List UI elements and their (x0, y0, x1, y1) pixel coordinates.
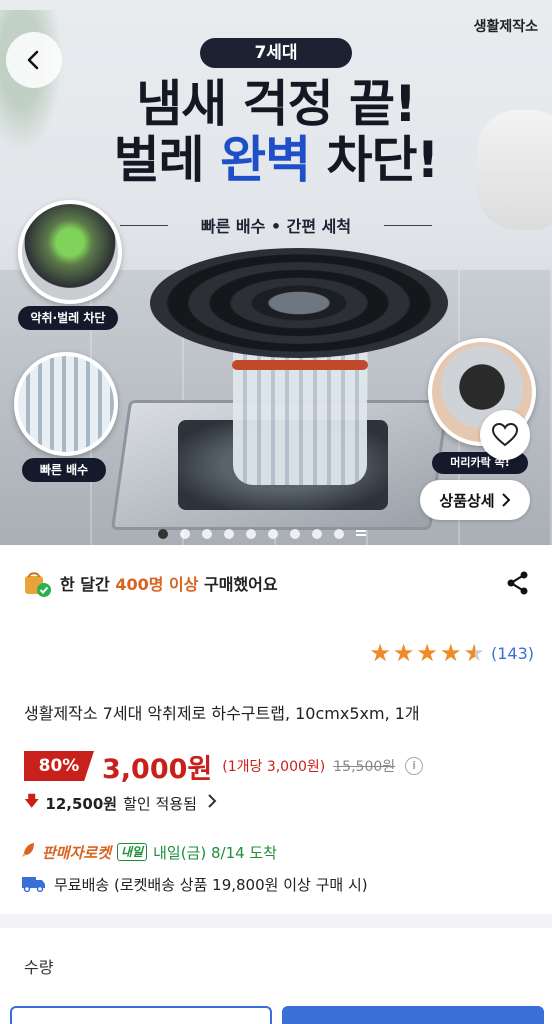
trap-seal-ring-image (232, 360, 368, 370)
product-detail-label: 상품상세 (439, 491, 495, 510)
product-detail-button[interactable]: 상품상세 (420, 480, 530, 520)
rocket-icon (22, 842, 36, 862)
hero-subtitle: 빠른 배수 • 간편 세척 (200, 217, 352, 236)
price-info-icon[interactable]: i (405, 757, 424, 775)
carousel-dot[interactable] (268, 529, 278, 539)
chevron-right-icon (207, 794, 217, 812)
purchase-prefix: 한 달간 (60, 575, 116, 594)
back-chevron-icon (27, 50, 39, 70)
product-title: 생활제작소 7세대 악취제로 하수구트랩, 10cmx5xm, 1개 (24, 704, 420, 723)
purchase-count-text: 한 달간 400명 이상 구매했어요 (60, 571, 278, 595)
carousel-dot[interactable] (158, 529, 168, 539)
brand-label: 생활제작소 (473, 19, 538, 35)
product-image-carousel[interactable]: 생활제작소 7세대 냄새 걱정 끝! 벌레 완벽 차단! 빠른 배수 • 간편 … (0, 0, 552, 545)
headline-line-2-part-a: 벌레 (113, 131, 221, 189)
star-icon: ★ (369, 639, 391, 667)
purchase-count-row: 한 달간 400명 이상 구매했어요 (22, 567, 532, 599)
price-row: 80% 3,000원 (1개당 3,000원) 15,500원 i (24, 750, 424, 785)
carousel-dot[interactable] (246, 529, 256, 539)
headline-line-1: 냄새 걱정 끝! (136, 75, 417, 133)
delivery-row: 판매자로켓 내일 내일(금) 8/14 도착 (22, 840, 277, 864)
carousel-dot[interactable] (202, 529, 212, 539)
chevron-right-icon (501, 493, 511, 507)
product-detail-page: 생활제작소 7세대 냄새 걱정 끝! 벌레 완벽 차단! 빠른 배수 • 간편 … (0, 0, 552, 1024)
shipping-row: 무료배송 (로켓배송 상품 19,800원 이상 구매 시) (22, 872, 368, 896)
review-count[interactable]: (143) (491, 644, 534, 663)
carousel-indicator[interactable] (158, 529, 366, 539)
carousel-dot[interactable] (290, 529, 300, 539)
rating-row[interactable]: ★ ★ ★ ★ ★ (143) (369, 640, 534, 666)
feature-drain-image (14, 352, 118, 456)
tomorrow-badge: 내일 (117, 843, 148, 861)
feature-odor-image (18, 200, 122, 304)
add-to-cart-button[interactable] (10, 1006, 272, 1024)
buy-now-button[interactable] (282, 1006, 544, 1024)
truck-icon (22, 876, 46, 893)
star-icon: ★ (416, 639, 438, 667)
share-icon[interactable] (504, 569, 532, 597)
carousel-dot[interactable] (334, 529, 344, 539)
purchase-suffix: 구매했어요 (198, 575, 278, 594)
discount-badge: 80% (24, 751, 94, 781)
carousel-dot[interactable] (224, 529, 234, 539)
unit-price: (1개당 3,000원) (222, 759, 326, 775)
heart-icon (492, 423, 518, 447)
down-arrow-icon: 🡇 (24, 791, 40, 810)
generation-badge: 7세대 (200, 38, 352, 68)
hero-headline: 냄새 걱정 끝! 벌레 완벽 차단! (0, 76, 552, 188)
headline-line-2: 벌레 완벽 차단! (0, 132, 552, 188)
headline-line-2-highlight: 완벽 (220, 131, 311, 189)
section-divider (0, 914, 552, 928)
star-icon: ★ (439, 639, 462, 667)
original-price: 15,500원 (333, 759, 396, 775)
rating-stars: ★ ★ ★ ★ ★ (369, 641, 485, 665)
savings-row[interactable]: 🡇 12,500원 할인 적용됨 (24, 792, 217, 814)
shopping-bag-check-icon (22, 568, 52, 598)
feature-label-odor: 악취·벌레 차단 (18, 306, 118, 330)
quantity-label: 수량 (24, 958, 54, 977)
shipping-text: 무료배송 (로켓배송 상품 19,800원 이상 구매 시) (54, 875, 368, 894)
star-icon: ★ (392, 639, 415, 667)
carousel-grid-icon[interactable] (356, 530, 366, 538)
trap-cap-image (150, 248, 448, 358)
purchase-count-highlight: 400명 이상 (115, 575, 199, 594)
wishlist-button[interactable] (480, 410, 530, 460)
rocket-delivery-label: 판매자로켓 (42, 843, 112, 862)
subtitle-rule-left (120, 225, 168, 226)
carousel-dot[interactable] (180, 529, 190, 539)
headline-line-2-part-b: 차단! (310, 131, 440, 189)
delivery-date: 내일(금) 8/14 도착 (153, 843, 278, 862)
half-star-icon: ★ (463, 639, 485, 667)
sale-price: 3,000원 (102, 753, 213, 785)
feature-label-drain: 빠른 배수 (22, 458, 106, 482)
subtitle-rule-right (384, 225, 432, 226)
carousel-dot[interactable] (312, 529, 322, 539)
savings-amount: 12,500원 (45, 794, 118, 813)
savings-text: 할인 적용됨 (123, 794, 197, 813)
